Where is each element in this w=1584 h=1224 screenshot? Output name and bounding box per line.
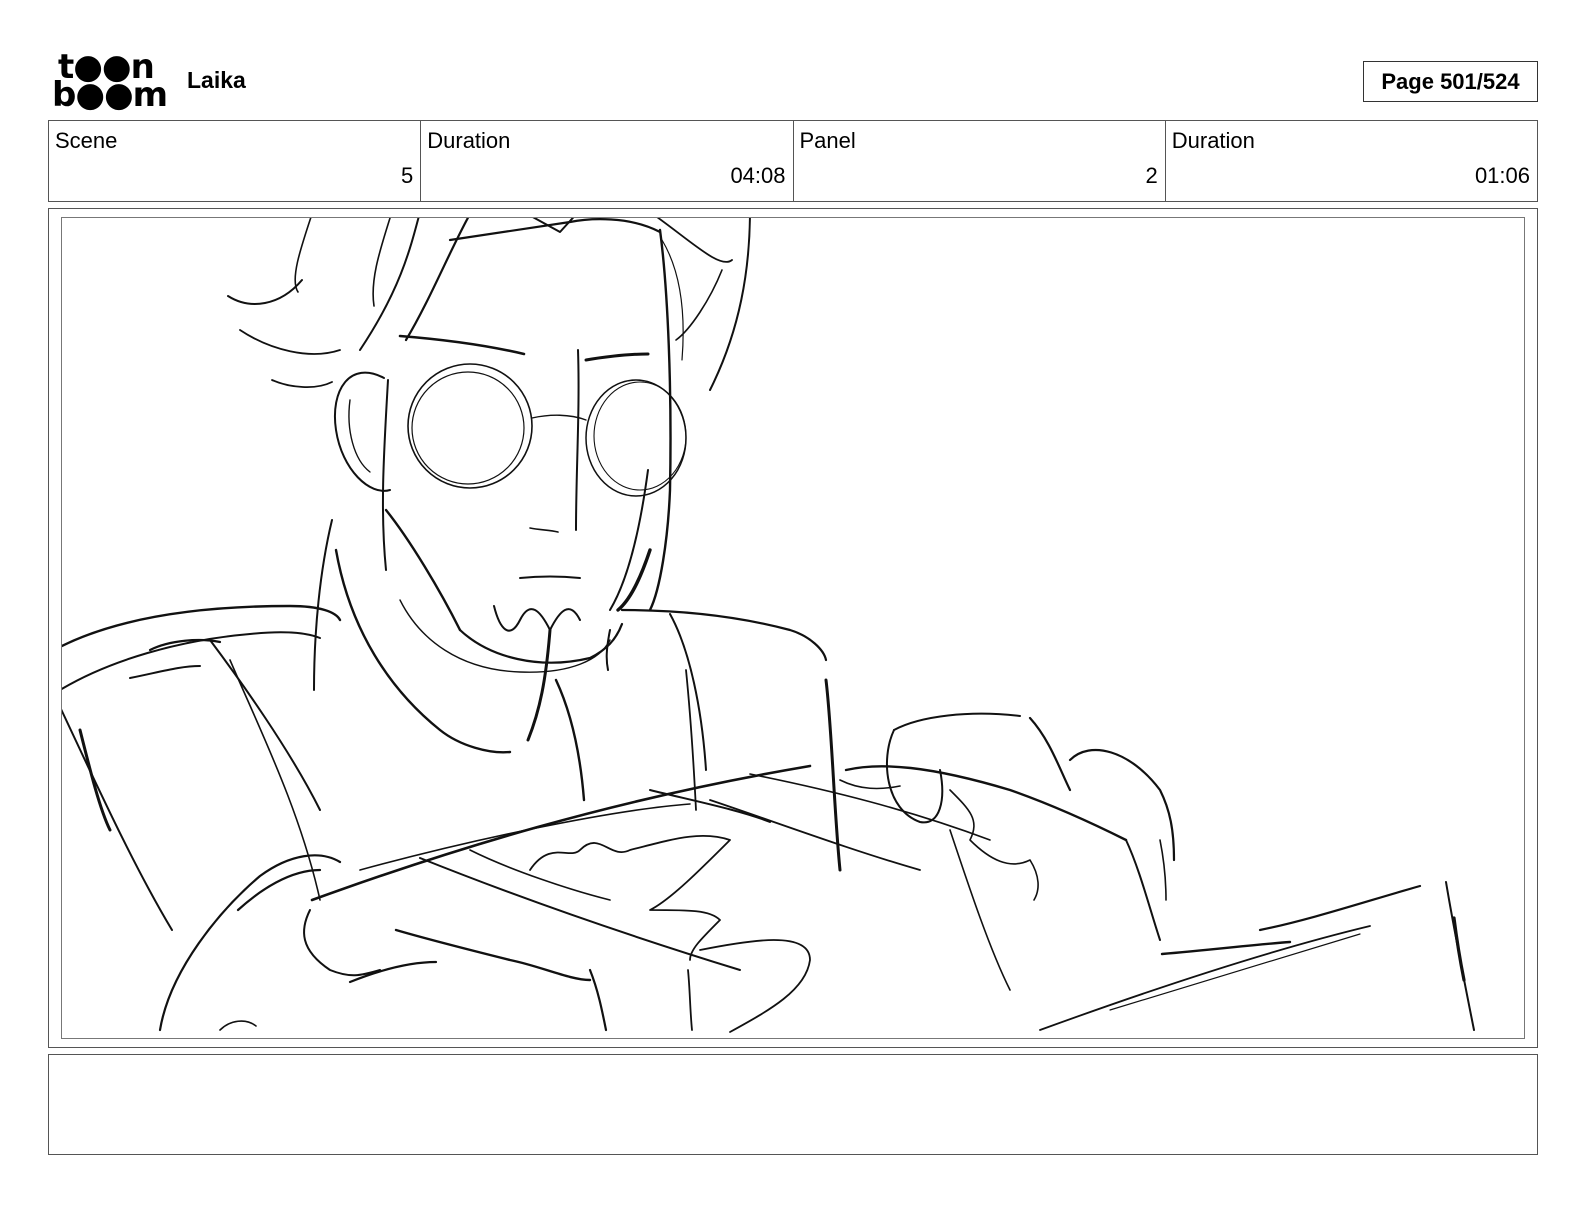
scene-duration-label: Duration — [427, 128, 511, 153]
logo-line-2: b●●m — [52, 75, 168, 115]
sketch-drawing — [62, 218, 1475, 1033]
toonboom-logo: t●●n b●●m — [52, 50, 168, 115]
panel-value: 2 — [1145, 163, 1158, 188]
studio-name: Laika — [187, 67, 246, 93]
scene-value: 5 — [401, 163, 414, 188]
scene-label: Scene — [55, 128, 118, 153]
scene-info-table: Scene 5 Duration 04:08 Panel 2 Duration … — [48, 120, 1538, 202]
scene-duration-value: 04:08 — [730, 163, 786, 188]
panel-image-area — [61, 217, 1525, 1039]
panel-duration-label: Duration — [1171, 128, 1255, 153]
scene-duration-cell: Duration 04:08 — [421, 121, 794, 201]
panel-notes — [48, 1054, 1538, 1155]
panel-duration-cell: Duration 01:06 — [1166, 121, 1537, 201]
panel-cell: Panel 2 — [794, 121, 1166, 201]
panel-duration-value: 01:06 — [1474, 163, 1530, 188]
panel-label: Panel — [799, 128, 856, 153]
scene-cell: Scene 5 — [49, 121, 422, 201]
page-indicator: Page 501/524 — [1363, 61, 1538, 102]
storyboard-panel — [48, 208, 1538, 1048]
